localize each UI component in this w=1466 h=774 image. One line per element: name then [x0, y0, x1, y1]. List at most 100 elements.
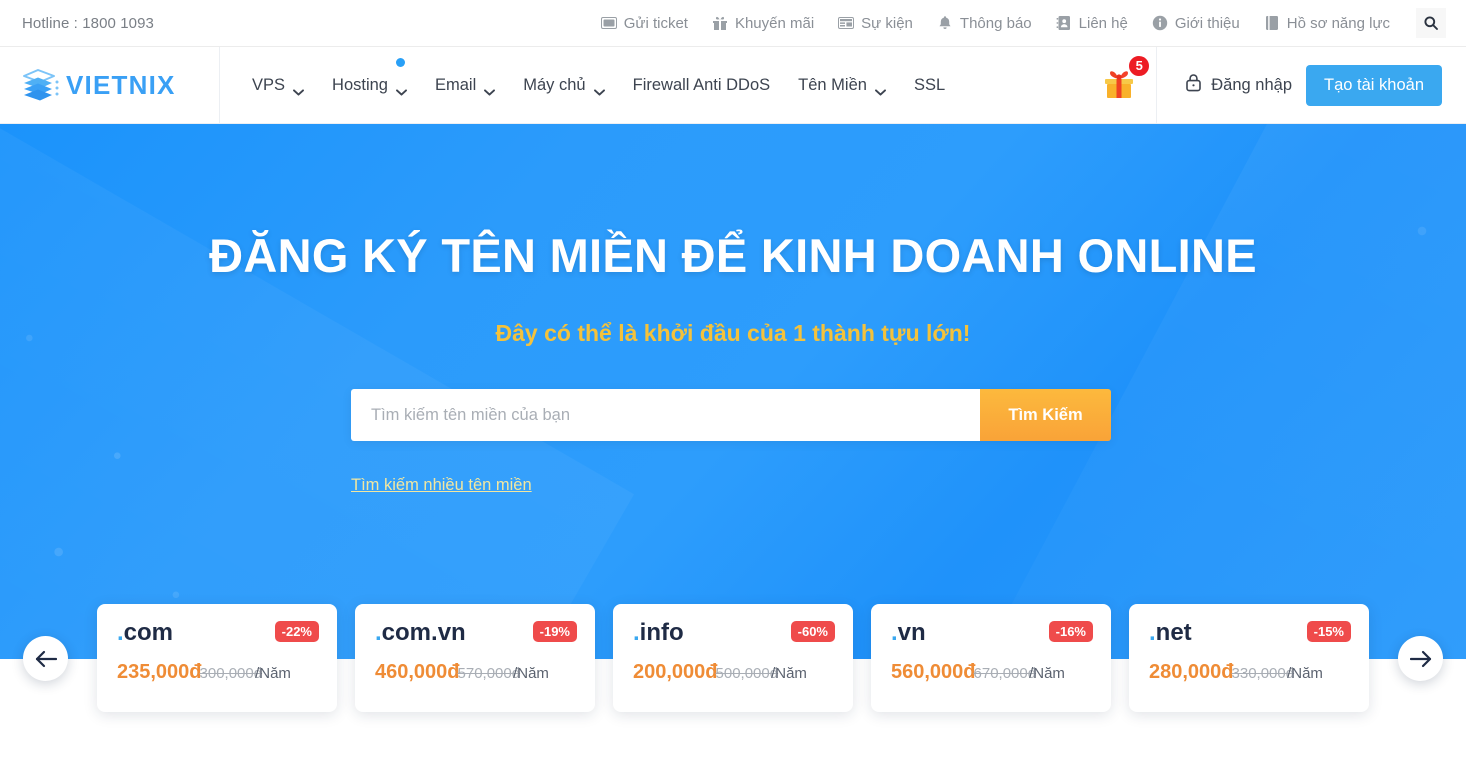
tld-name: info — [639, 619, 684, 646]
discount-badge: -60% — [790, 621, 835, 642]
topnav-item-thong-bao[interactable]: Thông báo — [937, 15, 1032, 32]
chevron-down-icon — [293, 82, 304, 96]
card-header: .info -60% — [633, 621, 835, 645]
topnav-label: Hồ sơ năng lực — [1286, 14, 1390, 32]
price-old: 570,000đ — [457, 665, 521, 682]
book-icon — [1264, 15, 1280, 31]
tld-dot: . — [891, 619, 898, 646]
nav-item-may-chu[interactable]: Máy chủ — [509, 66, 618, 105]
nav-item-firewall-anti-ddos[interactable]: Firewall Anti DDoS — [619, 66, 785, 105]
topnav-item-gioi-thieu[interactable]: Giới thiệu — [1152, 15, 1240, 32]
login-button[interactable]: Đăng nhập — [1185, 73, 1292, 97]
price-row: 560,000đ 670,000đ /Năm — [891, 661, 1093, 684]
domain-search-bar: Tìm Kiếm — [351, 389, 1111, 441]
info-icon — [1152, 15, 1168, 31]
domain-price-card[interactable]: .vn -16% 560,000đ 670,000đ /Năm — [871, 604, 1111, 712]
chevron-down-icon — [484, 82, 496, 96]
discount-badge: -16% — [1048, 621, 1093, 642]
price-new: 280,000đ — [1149, 661, 1234, 683]
domain-tld: .net — [1149, 621, 1192, 645]
price-period: /Năm — [255, 665, 291, 682]
tld-dot: . — [633, 619, 640, 646]
hero-section: ĐĂNG KÝ TÊN MIỀN ĐỂ KINH DOANH ONLINE Đâ… — [0, 124, 1466, 659]
tld-name: com.vn — [381, 619, 466, 646]
discount-badge: -22% — [274, 621, 319, 642]
topnav-label: Liên hệ — [1078, 14, 1128, 32]
price-old: 300,000đ — [199, 665, 263, 682]
topnav-label: Giới thiệu — [1174, 14, 1240, 32]
price-row: 200,000đ 500,000đ /Năm — [633, 661, 835, 684]
tld-dot: . — [375, 619, 382, 646]
discount-badge: -19% — [532, 621, 577, 642]
price-row: 280,000đ 330,000đ /Năm — [1149, 661, 1351, 684]
top-utility-nav: Gửi ticket Khuyến mãi Sự kiện Thông báo — [600, 8, 1446, 38]
nav-label: Máy chủ — [523, 75, 586, 94]
domain-search-button[interactable]: Tìm Kiếm — [980, 389, 1111, 441]
auth-actions: Đăng nhập Tạo tài khoản — [1157, 64, 1466, 106]
domain-search-input[interactable] — [351, 389, 980, 441]
brand-name: VIETNIX — [66, 69, 176, 100]
topnav-item-su-kien[interactable]: Sự kiện — [838, 15, 913, 32]
signup-button[interactable]: Tạo tài khoản — [1306, 64, 1442, 106]
gift-badge-count: 5 — [1128, 54, 1151, 77]
domain-tld: .info — [633, 621, 684, 645]
card-header: .com -22% — [117, 621, 319, 645]
topnav-item-lien-he[interactable]: Liên hệ — [1056, 15, 1128, 32]
login-label: Đăng nhập — [1211, 75, 1293, 94]
price-new: 460,000đ — [375, 661, 460, 683]
tld-name: vn — [897, 619, 926, 646]
nav-label: Hosting — [332, 75, 388, 94]
carousel-next-button[interactable] — [1398, 636, 1443, 681]
hero-title: ĐĂNG KÝ TÊN MIỀN ĐỂ KINH DOANH ONLINE — [209, 229, 1257, 282]
multi-domain-search-link[interactable]: Tìm kiếm nhiều tên miền — [351, 476, 532, 495]
tld-dot: . — [117, 619, 124, 646]
primary-nav: VPS Hosting Email Máy chủ Firewall Anti … — [220, 57, 1077, 105]
chevron-down-icon — [396, 82, 407, 96]
carousel-prev-button[interactable] — [23, 636, 68, 681]
lock-icon — [1185, 73, 1202, 97]
calendar-icon — [838, 15, 855, 31]
contact-card-icon — [1056, 15, 1072, 31]
price-new: 235,000đ — [117, 661, 202, 683]
hero-subtitle: Đây có thể là khởi đầu của 1 thành tựu l… — [495, 320, 971, 346]
chevron-down-icon — [874, 82, 886, 96]
price-old: 500,000đ — [715, 665, 779, 682]
topnav-label: Sự kiện — [861, 14, 913, 32]
card-header: .com.vn -19% — [375, 621, 577, 645]
vietnix-stack-logo-icon — [18, 63, 62, 107]
nav-item-hosting[interactable]: Hosting — [318, 57, 421, 105]
gift-icon — [712, 15, 728, 31]
nav-item-ten-mien[interactable]: Tên Miền — [784, 66, 900, 105]
nav-item-vps[interactable]: VPS — [238, 66, 318, 105]
promotions-gift-button[interactable]: 5 — [1081, 46, 1158, 124]
card-header: .vn -16% — [891, 621, 1093, 645]
nav-item-ssl[interactable]: SSL — [900, 66, 959, 105]
domain-price-card[interactable]: .com -22% 235,000đ 300,000đ /Năm — [97, 604, 337, 712]
topnav-item-ho-so-nang-luc[interactable]: Hồ sơ năng lực — [1264, 15, 1390, 32]
top-utility-bar: Hotline : 1800 1093 Gửi ticket Khuyến mã… — [0, 0, 1466, 47]
topnav-item-khuyen-mai[interactable]: Khuyến mãi — [712, 15, 814, 32]
tld-name: com — [123, 619, 174, 646]
nav-label: Tên Miền — [798, 75, 867, 94]
search-icon[interactable] — [1416, 8, 1446, 38]
nav-item-email[interactable]: Email — [421, 66, 509, 105]
nav-label: VPS — [252, 75, 286, 94]
topnav-item-gui-ticket[interactable]: Gửi ticket — [600, 15, 688, 32]
domain-price-carousel: .com -22% 235,000đ 300,000đ /Năm .com.vn… — [0, 604, 1466, 719]
domain-price-card[interactable]: .com.vn -19% 460,000đ 570,000đ /Năm — [355, 604, 595, 712]
price-old: 670,000đ — [973, 665, 1037, 682]
price-new: 560,000đ — [891, 661, 976, 683]
price-new: 200,000đ — [633, 661, 718, 683]
price-row: 235,000đ 300,000đ /Năm — [117, 661, 319, 684]
topnav-label: Thông báo — [959, 14, 1032, 32]
nav-new-dot-indicator — [395, 57, 405, 67]
ticket-icon — [600, 15, 617, 31]
domain-tld: .vn — [891, 621, 926, 645]
nav-label: SSL — [913, 75, 946, 94]
domain-tld: .com.vn — [375, 621, 466, 645]
card-header: .net -15% — [1149, 621, 1351, 645]
domain-price-card[interactable]: .info -60% 200,000đ 500,000đ /Năm — [613, 604, 853, 712]
brand-logo[interactable]: VIETNIX — [0, 46, 220, 124]
domain-price-card[interactable]: .net -15% 280,000đ 330,000đ /Năm — [1129, 604, 1369, 712]
bell-icon — [937, 15, 953, 31]
